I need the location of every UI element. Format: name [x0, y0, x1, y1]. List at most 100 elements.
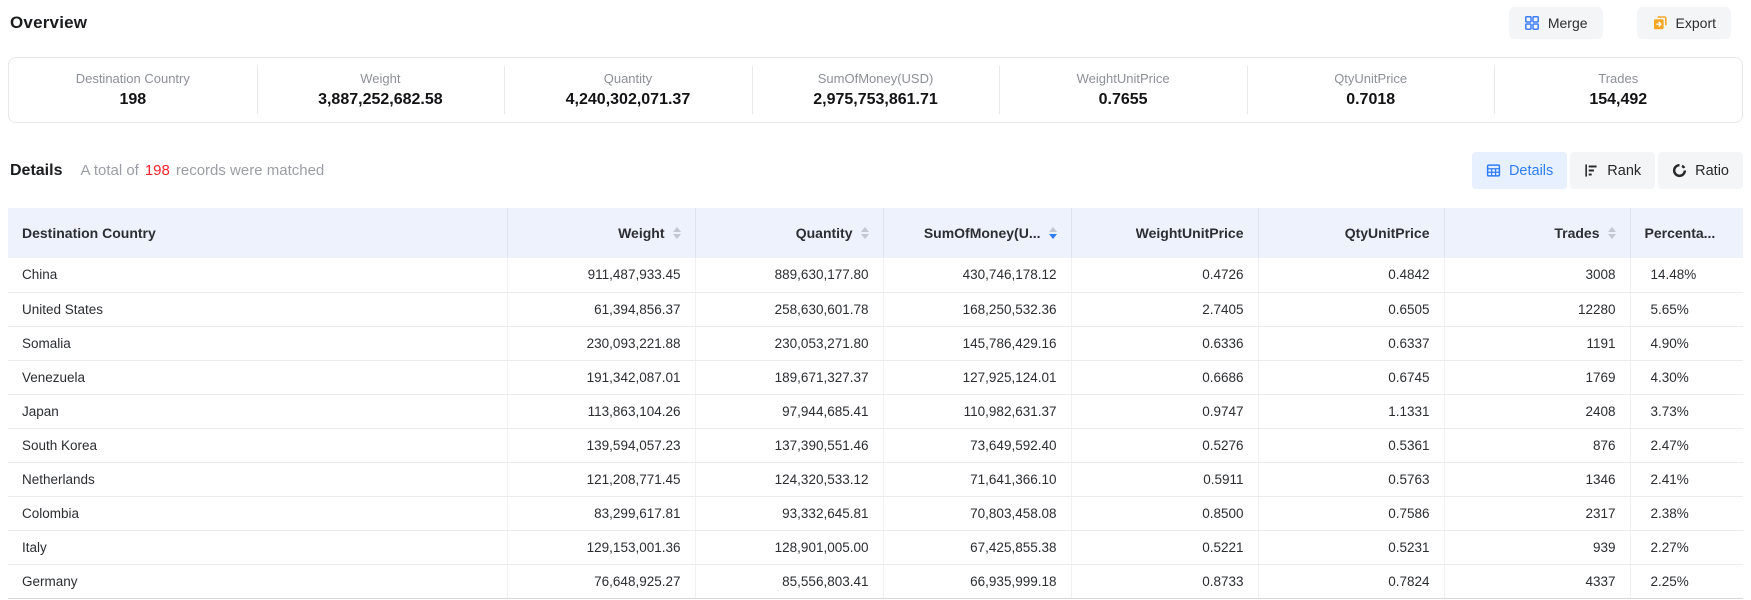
cell-sumofmoney-u: 66,935,999.18 [883, 564, 1071, 598]
cell-percentage: 2.41% [1630, 462, 1743, 496]
cell-percentage: 4.30% [1630, 360, 1743, 394]
cell-weightunitprice: 0.9747 [1071, 394, 1258, 428]
view-toggle-ratio[interactable]: Ratio [1658, 152, 1743, 189]
cell-trades: 4337 [1444, 564, 1630, 598]
details-header: Details A total of198records were matche… [8, 152, 1743, 189]
stat-label: SumOfMoney(USD) [818, 71, 934, 86]
export-icon [1652, 15, 1668, 31]
sort-carets [861, 227, 869, 240]
sort-carets [1608, 227, 1616, 240]
column-header-label: Quantity [796, 225, 853, 241]
cell-weightunitprice: 0.6686 [1071, 360, 1258, 394]
summary-suffix: records were matched [176, 162, 324, 179]
cell-weight: 83,299,617.81 [507, 496, 695, 530]
stat-destination-country: Destination Country198 [9, 58, 257, 122]
stat-label: QtyUnitPrice [1334, 71, 1407, 86]
view-toggle-label: Rank [1607, 163, 1641, 179]
cell-weightunitprice: 0.5911 [1071, 462, 1258, 496]
cell-qtyunitprice: 0.5231 [1258, 530, 1444, 564]
table-row: China911,487,933.45889,630,177.80430,746… [8, 258, 1743, 292]
cell-weight: 76,648,925.27 [507, 564, 695, 598]
merge-button[interactable]: Merge [1509, 7, 1603, 39]
cell-weight: 121,208,771.45 [507, 462, 695, 496]
column-header-trades[interactable]: Trades [1444, 208, 1630, 258]
page-title: Overview [10, 13, 87, 33]
cell-destination-country: Italy [8, 530, 507, 564]
cell-sumofmoney-u: 110,982,631.37 [883, 394, 1071, 428]
column-header-weight[interactable]: Weight [507, 208, 695, 258]
column-header-weightunitprice: WeightUnitPrice [1071, 208, 1258, 258]
cell-destination-country: Somalia [8, 326, 507, 360]
column-header-label: SumOfMoney(U... [924, 225, 1041, 241]
cell-quantity: 230,053,271.80 [695, 326, 883, 360]
stat-value: 4,240,302,071.37 [566, 91, 691, 109]
view-toggle-label: Ratio [1695, 163, 1729, 179]
cell-destination-country: Colombia [8, 496, 507, 530]
column-header-label: QtyUnitPrice [1345, 225, 1430, 241]
cell-qtyunitprice: 0.6337 [1258, 326, 1444, 360]
cell-sumofmoney-u: 67,425,855.38 [883, 530, 1071, 564]
stat-label: Weight [360, 71, 400, 86]
cell-trades: 1191 [1444, 326, 1630, 360]
cell-qtyunitprice: 0.6745 [1258, 360, 1444, 394]
cell-quantity: 128,901,005.00 [695, 530, 883, 564]
table-icon [1486, 163, 1501, 178]
record-summary: A total of198records were matched [80, 162, 324, 179]
cell-weightunitprice: 0.8500 [1071, 496, 1258, 530]
stat-value: 2,975,753,861.71 [813, 91, 938, 109]
table-body: China911,487,933.45889,630,177.80430,746… [8, 258, 1743, 598]
table-row: Japan113,863,104.2697,944,685.41110,982,… [8, 394, 1743, 428]
cell-destination-country: United States [8, 292, 507, 326]
summary-prefix: A total of [80, 162, 138, 179]
cell-weight: 113,863,104.26 [507, 394, 695, 428]
export-button[interactable]: Export [1637, 7, 1731, 39]
table-row: Germany76,648,925.2785,556,803.4166,935,… [8, 564, 1743, 598]
table-row: Colombia83,299,617.8193,332,645.8170,803… [8, 496, 1743, 530]
cell-weightunitprice: 2.7405 [1071, 292, 1258, 326]
cell-destination-country: Japan [8, 394, 507, 428]
table-row: United States61,394,856.37258,630,601.78… [8, 292, 1743, 326]
stat-label: Trades [1598, 71, 1638, 86]
table-row: Netherlands121,208,771.45124,320,533.127… [8, 462, 1743, 496]
cell-weightunitprice: 0.4726 [1071, 258, 1258, 292]
cell-weightunitprice: 0.5221 [1071, 530, 1258, 564]
stat-label: WeightUnitPrice [1077, 71, 1170, 86]
cell-qtyunitprice: 1.1331 [1258, 394, 1444, 428]
cell-quantity: 93,332,645.81 [695, 496, 883, 530]
stat-trades: Trades 154,492 [1494, 58, 1742, 122]
cell-weightunitprice: 0.8733 [1071, 564, 1258, 598]
cell-sumofmoney-u: 127,925,124.01 [883, 360, 1071, 394]
column-header-sumofmoney-u[interactable]: SumOfMoney(U... [883, 208, 1071, 258]
cell-weightunitprice: 0.5276 [1071, 428, 1258, 462]
cell-weight: 129,153,001.36 [507, 530, 695, 564]
cell-sumofmoney-u: 430,746,178.12 [883, 258, 1071, 292]
sort-carets [673, 227, 681, 240]
view-toggle-rank[interactable]: Rank [1570, 152, 1655, 189]
stat-value: 0.7655 [1099, 91, 1148, 109]
column-header-percenta: Percenta... [1630, 208, 1743, 258]
cell-percentage: 2.27% [1630, 530, 1743, 564]
cell-sumofmoney-u: 73,649,592.40 [883, 428, 1071, 462]
cell-qtyunitprice: 0.6505 [1258, 292, 1444, 326]
cell-destination-country: Germany [8, 564, 507, 598]
table-header: Destination CountryWeightQuantitySumOfMo… [8, 208, 1743, 258]
cell-qtyunitprice: 0.7586 [1258, 496, 1444, 530]
stat-sumofmoney-usd: SumOfMoney(USD) 2,975,753,861.71 [752, 58, 1000, 122]
view-toggle-label: Details [1509, 163, 1553, 179]
cell-sumofmoney-u: 70,803,458.08 [883, 496, 1071, 530]
cell-trades: 3008 [1444, 258, 1630, 292]
cell-trades: 1346 [1444, 462, 1630, 496]
column-header-label: WeightUnitPrice [1136, 225, 1244, 241]
column-header-quantity[interactable]: Quantity [695, 208, 883, 258]
merge-icon [1524, 15, 1540, 31]
details-table: Destination CountryWeightQuantitySumOfMo… [8, 208, 1743, 599]
cell-trades: 2317 [1444, 496, 1630, 530]
stat-value: 154,492 [1589, 91, 1647, 109]
cell-trades: 2408 [1444, 394, 1630, 428]
stat-weightunitprice: WeightUnitPrice 0.7655 [999, 58, 1247, 122]
merge-button-label: Merge [1548, 15, 1588, 31]
cell-quantity: 889,630,177.80 [695, 258, 883, 292]
cell-destination-country: Venezuela [8, 360, 507, 394]
view-toggle-details[interactable]: Details [1472, 152, 1567, 189]
cell-quantity: 124,320,533.12 [695, 462, 883, 496]
